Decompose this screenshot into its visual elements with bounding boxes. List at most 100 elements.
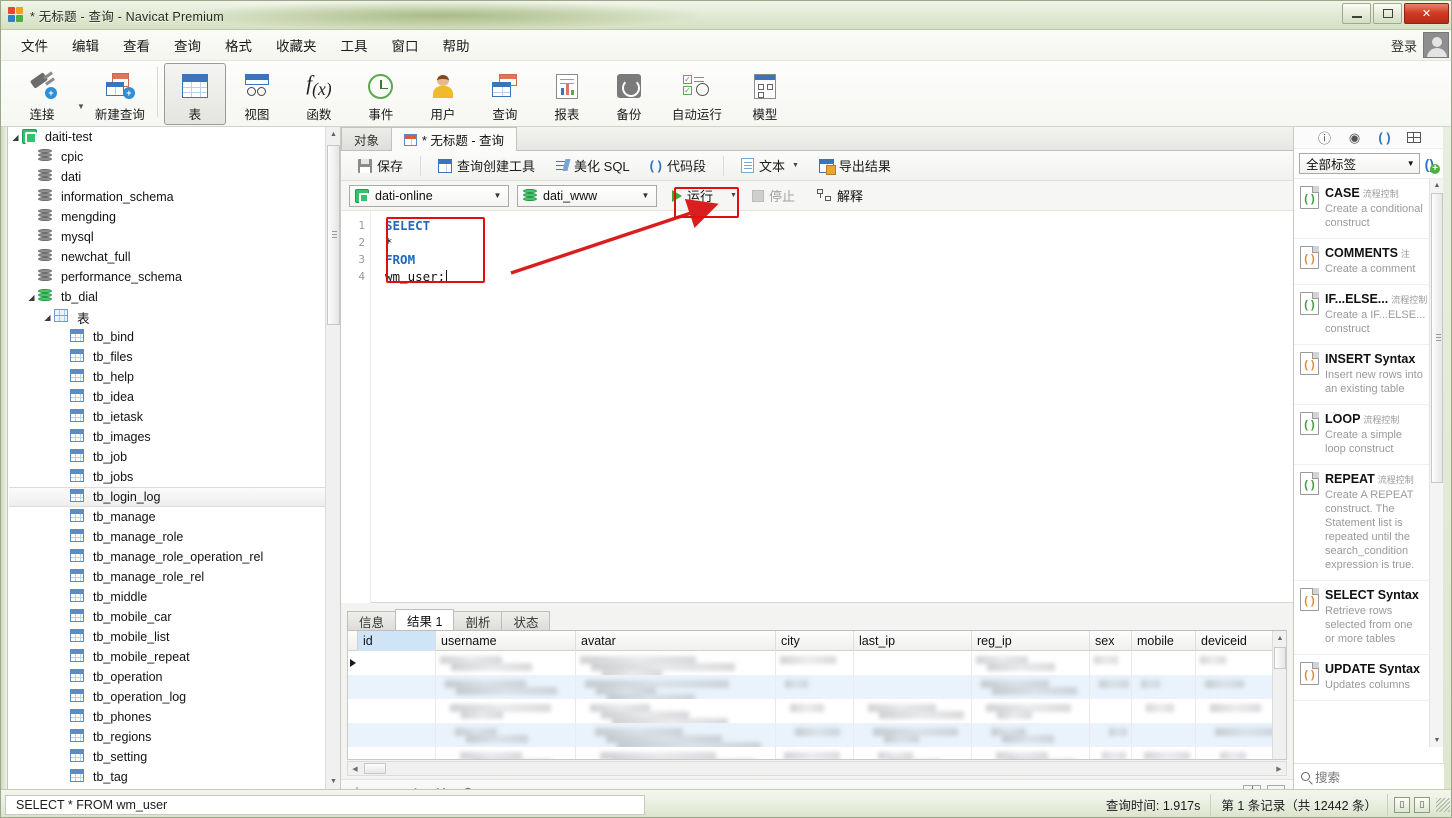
table-cell-city[interactable]: [776, 723, 854, 747]
snippet-button[interactable]: ( ) 代码段: [641, 152, 715, 179]
table-cell-mobile[interactable]: [1132, 747, 1196, 759]
table-cell-mobile[interactable]: [1132, 723, 1196, 747]
table-cell-username[interactable]: [436, 747, 576, 759]
tree-node-mengding[interactable]: mengding: [9, 207, 327, 227]
snippets-search[interactable]: 搜索: [1294, 763, 1444, 789]
row-marker[interactable]: [348, 723, 358, 747]
table-cell-reg_ip[interactable]: [972, 723, 1090, 747]
table-cell-avatar[interactable]: [576, 723, 776, 747]
snippets-tag-select[interactable]: 全部标签 ▼: [1299, 153, 1420, 174]
table-cell-username[interactable]: [436, 651, 576, 675]
tree-node-tb_login_log[interactable]: tb_login_log: [9, 487, 327, 507]
table-cell-id[interactable]: [358, 747, 436, 759]
table-cell-reg_ip[interactable]: [972, 699, 1090, 723]
table-row[interactable]: [348, 723, 1286, 747]
tree-node-dati[interactable]: dati: [9, 167, 327, 187]
database-tree[interactable]: ◢ daiti-test cpic dati information_schema men…: [9, 127, 327, 787]
tree-node-tb_images[interactable]: tb_images: [9, 427, 327, 447]
table-cell-reg_ip[interactable]: [972, 747, 1090, 759]
snippet-item-IFELSE[interactable]: ( ) IF...ELSE... 流程控制 Create a IF...ELSE...…: [1294, 285, 1430, 345]
database-select[interactable]: dati_www ▼: [517, 184, 657, 207]
table-cell-deviceid[interactable]: [1196, 699, 1284, 723]
tab-objects[interactable]: 对象: [341, 127, 393, 150]
toolbar-view[interactable]: 视图: [226, 63, 288, 125]
column-header-username[interactable]: username: [436, 631, 576, 651]
tree-node-tb_dial[interactable]: ◢ tb_dial: [9, 287, 327, 307]
menu-window[interactable]: 窗口: [380, 30, 431, 60]
result-tab-1[interactable]: 结果 1: [395, 609, 455, 631]
tree-node-tb_regions[interactable]: tb_regions: [9, 727, 327, 747]
table-cell-city[interactable]: [776, 651, 854, 675]
info-icon[interactable]: ⓘ: [1317, 128, 1333, 147]
menu-help[interactable]: 帮助: [431, 30, 482, 60]
row-marker[interactable]: [348, 651, 358, 675]
tree-node-tb_mobile_repeat[interactable]: tb_mobile_repeat: [9, 647, 327, 667]
table-cell-username[interactable]: [436, 723, 576, 747]
column-header-sex[interactable]: sex: [1090, 631, 1132, 651]
grid-horizontal-scrollbar[interactable]: ◀ ▶: [347, 761, 1287, 776]
grid-scroll-up-icon[interactable]: ▲: [1273, 631, 1286, 645]
table-cell-avatar[interactable]: [576, 699, 776, 723]
tree-node-tb_manage[interactable]: tb_manage: [9, 507, 327, 527]
table-cell-deviceid[interactable]: [1196, 651, 1284, 675]
toolbar-user[interactable]: 用户: [412, 63, 474, 125]
snippet-item-LOOP[interactable]: ( ) LOOP 流程控制 Create a simple loop construc…: [1294, 405, 1430, 465]
run-dropdown-caret-icon[interactable]: ▼: [730, 192, 737, 199]
toolbar-new-query[interactable]: + 新建查询: [89, 63, 151, 125]
row-marker[interactable]: [348, 675, 358, 699]
explain-button[interactable]: 解释: [810, 183, 870, 208]
table-cell-city[interactable]: [776, 747, 854, 759]
table-cell-id[interactable]: [358, 675, 436, 699]
table-cell-id[interactable]: [358, 651, 436, 675]
toolbar-automation[interactable]: ✓ ✓ 自动运行: [660, 63, 734, 125]
table-row[interactable]: [348, 651, 1286, 675]
status-form-view-icon[interactable]: ▯: [1414, 796, 1430, 813]
table-cell-reg_ip[interactable]: [972, 675, 1090, 699]
minimize-button[interactable]: [1342, 3, 1371, 24]
tree-node-tb_middle[interactable]: tb_middle: [9, 587, 327, 607]
column-header-last_ip[interactable]: last_ip: [854, 631, 972, 651]
table-cell-sex[interactable]: [1090, 747, 1132, 759]
table-cell-avatar[interactable]: [576, 747, 776, 759]
tree-node-tb_phones[interactable]: tb_phones: [9, 707, 327, 727]
menu-query[interactable]: 查询: [162, 30, 213, 60]
connection-select-caret-icon[interactable]: ▼: [489, 186, 506, 206]
toolbar-table[interactable]: 表: [163, 63, 226, 125]
snippet-item-SELECTSyntax[interactable]: ( ) SELECT Syntax Retrieve rows selected f…: [1294, 581, 1430, 655]
database-select-caret-icon[interactable]: ▼: [637, 186, 654, 206]
table-cell-id[interactable]: [358, 699, 436, 723]
menu-format[interactable]: 格式: [213, 30, 264, 60]
menu-tools[interactable]: 工具: [329, 30, 380, 60]
grid-icon[interactable]: [1406, 132, 1421, 143]
table-cell-avatar[interactable]: [576, 675, 776, 699]
grid-vertical-scrollbar[interactable]: ▲: [1272, 631, 1286, 759]
snippets-scrollbar[interactable]: ▲ ▼: [1429, 179, 1443, 747]
table-cell-username[interactable]: [436, 699, 576, 723]
tree-node-cpic[interactable]: cpic: [9, 147, 327, 167]
toolbar-function[interactable]: f(x) 函数: [288, 63, 350, 125]
tree-node-performance_schema[interactable]: performance_schema: [9, 267, 327, 287]
table-cell-deviceid[interactable]: [1196, 675, 1284, 699]
snippet-item-UPDATESyntax[interactable]: ( ) UPDATE Syntax Updates columns: [1294, 655, 1430, 701]
table-cell-avatar[interactable]: [576, 651, 776, 675]
table-cell-sex[interactable]: [1090, 651, 1132, 675]
parens-icon[interactable]: ( ): [1377, 130, 1393, 145]
tree-expand-arrow-icon[interactable]: ◢: [25, 293, 38, 302]
tree-node-tb_mobile_list[interactable]: tb_mobile_list: [9, 627, 327, 647]
table-cell-reg_ip[interactable]: [972, 651, 1090, 675]
result-tab-0[interactable]: 信息: [347, 611, 397, 631]
tree-node-newchat_full[interactable]: newchat_full: [9, 247, 327, 267]
run-button[interactable]: 运行: [665, 183, 720, 208]
table-cell-city[interactable]: [776, 699, 854, 723]
table-cell-deviceid[interactable]: [1196, 723, 1284, 747]
tree-node-tb_bind[interactable]: tb_bind: [9, 327, 327, 347]
login-area[interactable]: 登录: [1391, 32, 1449, 58]
table-cell-sex[interactable]: [1090, 723, 1132, 747]
table-cell-last_ip[interactable]: [854, 747, 972, 759]
resize-grip-icon[interactable]: [1436, 797, 1450, 812]
result-tab-2[interactable]: 剖析: [453, 611, 503, 631]
snippets-scroll-down-icon[interactable]: ▼: [1430, 734, 1444, 747]
result-grid[interactable]: id username avatar city last_ip reg_ip sex mobi…: [347, 630, 1287, 760]
tree-node-tb_setting[interactable]: tb_setting: [9, 747, 327, 767]
login-label[interactable]: 登录: [1391, 36, 1417, 55]
